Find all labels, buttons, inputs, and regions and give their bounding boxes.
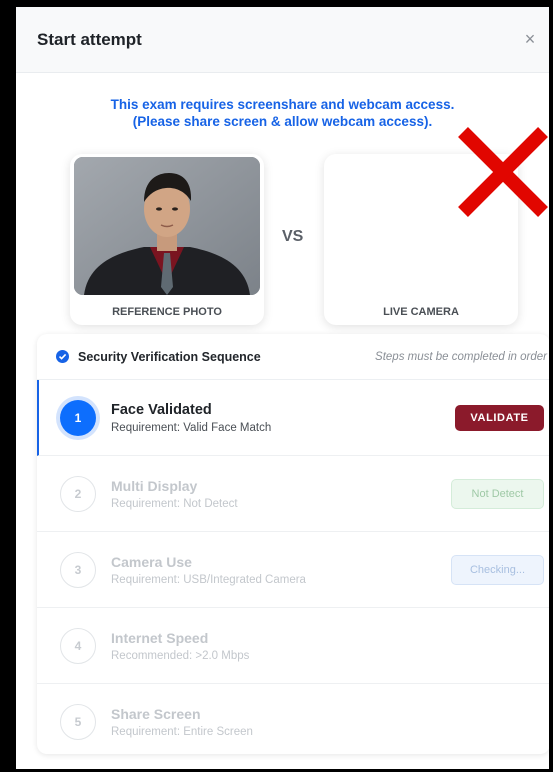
checking-badge: Checking...: [451, 554, 544, 585]
validate-button[interactable]: VALIDATE: [455, 404, 544, 431]
reference-photo-card: REFERENCE PHOTO: [70, 154, 264, 325]
vs-label: VS: [282, 228, 304, 245]
step-number: 1: [60, 399, 96, 436]
close-icon[interactable]: ×: [520, 29, 540, 50]
step-number: 3: [60, 551, 96, 588]
step-requirement: Requirement: Entire Screen: [111, 726, 253, 738]
check-circle-icon: [56, 350, 69, 363]
step-title: Multi Display: [111, 477, 198, 494]
live-camera-label: LIVE CAMERA: [383, 306, 459, 318]
start-attempt-modal: Start attempt × This exam requires scree…: [16, 7, 549, 769]
step-title: Face Validated: [111, 401, 212, 418]
step-share-screen: 5 Share Screen Requirement: Entire Scree…: [37, 684, 549, 760]
step-number: 4: [60, 627, 96, 664]
step-internet-speed: 4 Internet Speed Recommended: >2.0 Mbps: [37, 608, 549, 684]
step-title: Share Screen: [111, 706, 201, 722]
step-title: Camera Use: [111, 553, 192, 570]
verification-title: Security Verification Sequence: [78, 349, 261, 364]
step-requirement: Recommended: >2.0 Mbps: [111, 649, 250, 662]
step-face-validated: 1 Face Validated Requirement: Valid Face…: [37, 380, 549, 456]
step-multi-display: 2 Multi Display Requirement: Not Detect …: [37, 456, 549, 532]
reference-photo-label: REFERENCE PHOTO: [112, 306, 222, 318]
verification-header: Security Verification Sequence Steps mus…: [37, 334, 549, 380]
step-number: 2: [60, 475, 96, 512]
step-title: Internet Speed: [111, 629, 209, 646]
verification-note: Steps must be completed in order: [375, 350, 547, 363]
photo-comparison: REFERENCE PHOTO VS LIVE CAMERA: [16, 127, 549, 336]
reference-photo: [74, 157, 260, 295]
step-camera-use: 3 Camera Use Requirement: USB/Integrated…: [37, 532, 549, 608]
access-notice: This exam requires screenshare and webca…: [16, 96, 549, 130]
step-requirement: Requirement: Valid Face Match: [111, 421, 272, 434]
security-verification-panel: Security Verification Sequence Steps mus…: [37, 334, 549, 754]
step-requirement: Requirement: USB/Integrated Camera: [111, 573, 306, 586]
not-detect-badge: Not Detect: [451, 478, 544, 509]
modal-header: Start attempt ×: [16, 7, 549, 73]
notice-line-1: This exam requires screenshare and webca…: [110, 97, 455, 112]
modal-title: Start attempt: [37, 29, 142, 49]
step-number: 5: [60, 704, 96, 740]
red-cross-icon: [458, 127, 548, 217]
step-requirement: Requirement: Not Detect: [111, 497, 238, 510]
